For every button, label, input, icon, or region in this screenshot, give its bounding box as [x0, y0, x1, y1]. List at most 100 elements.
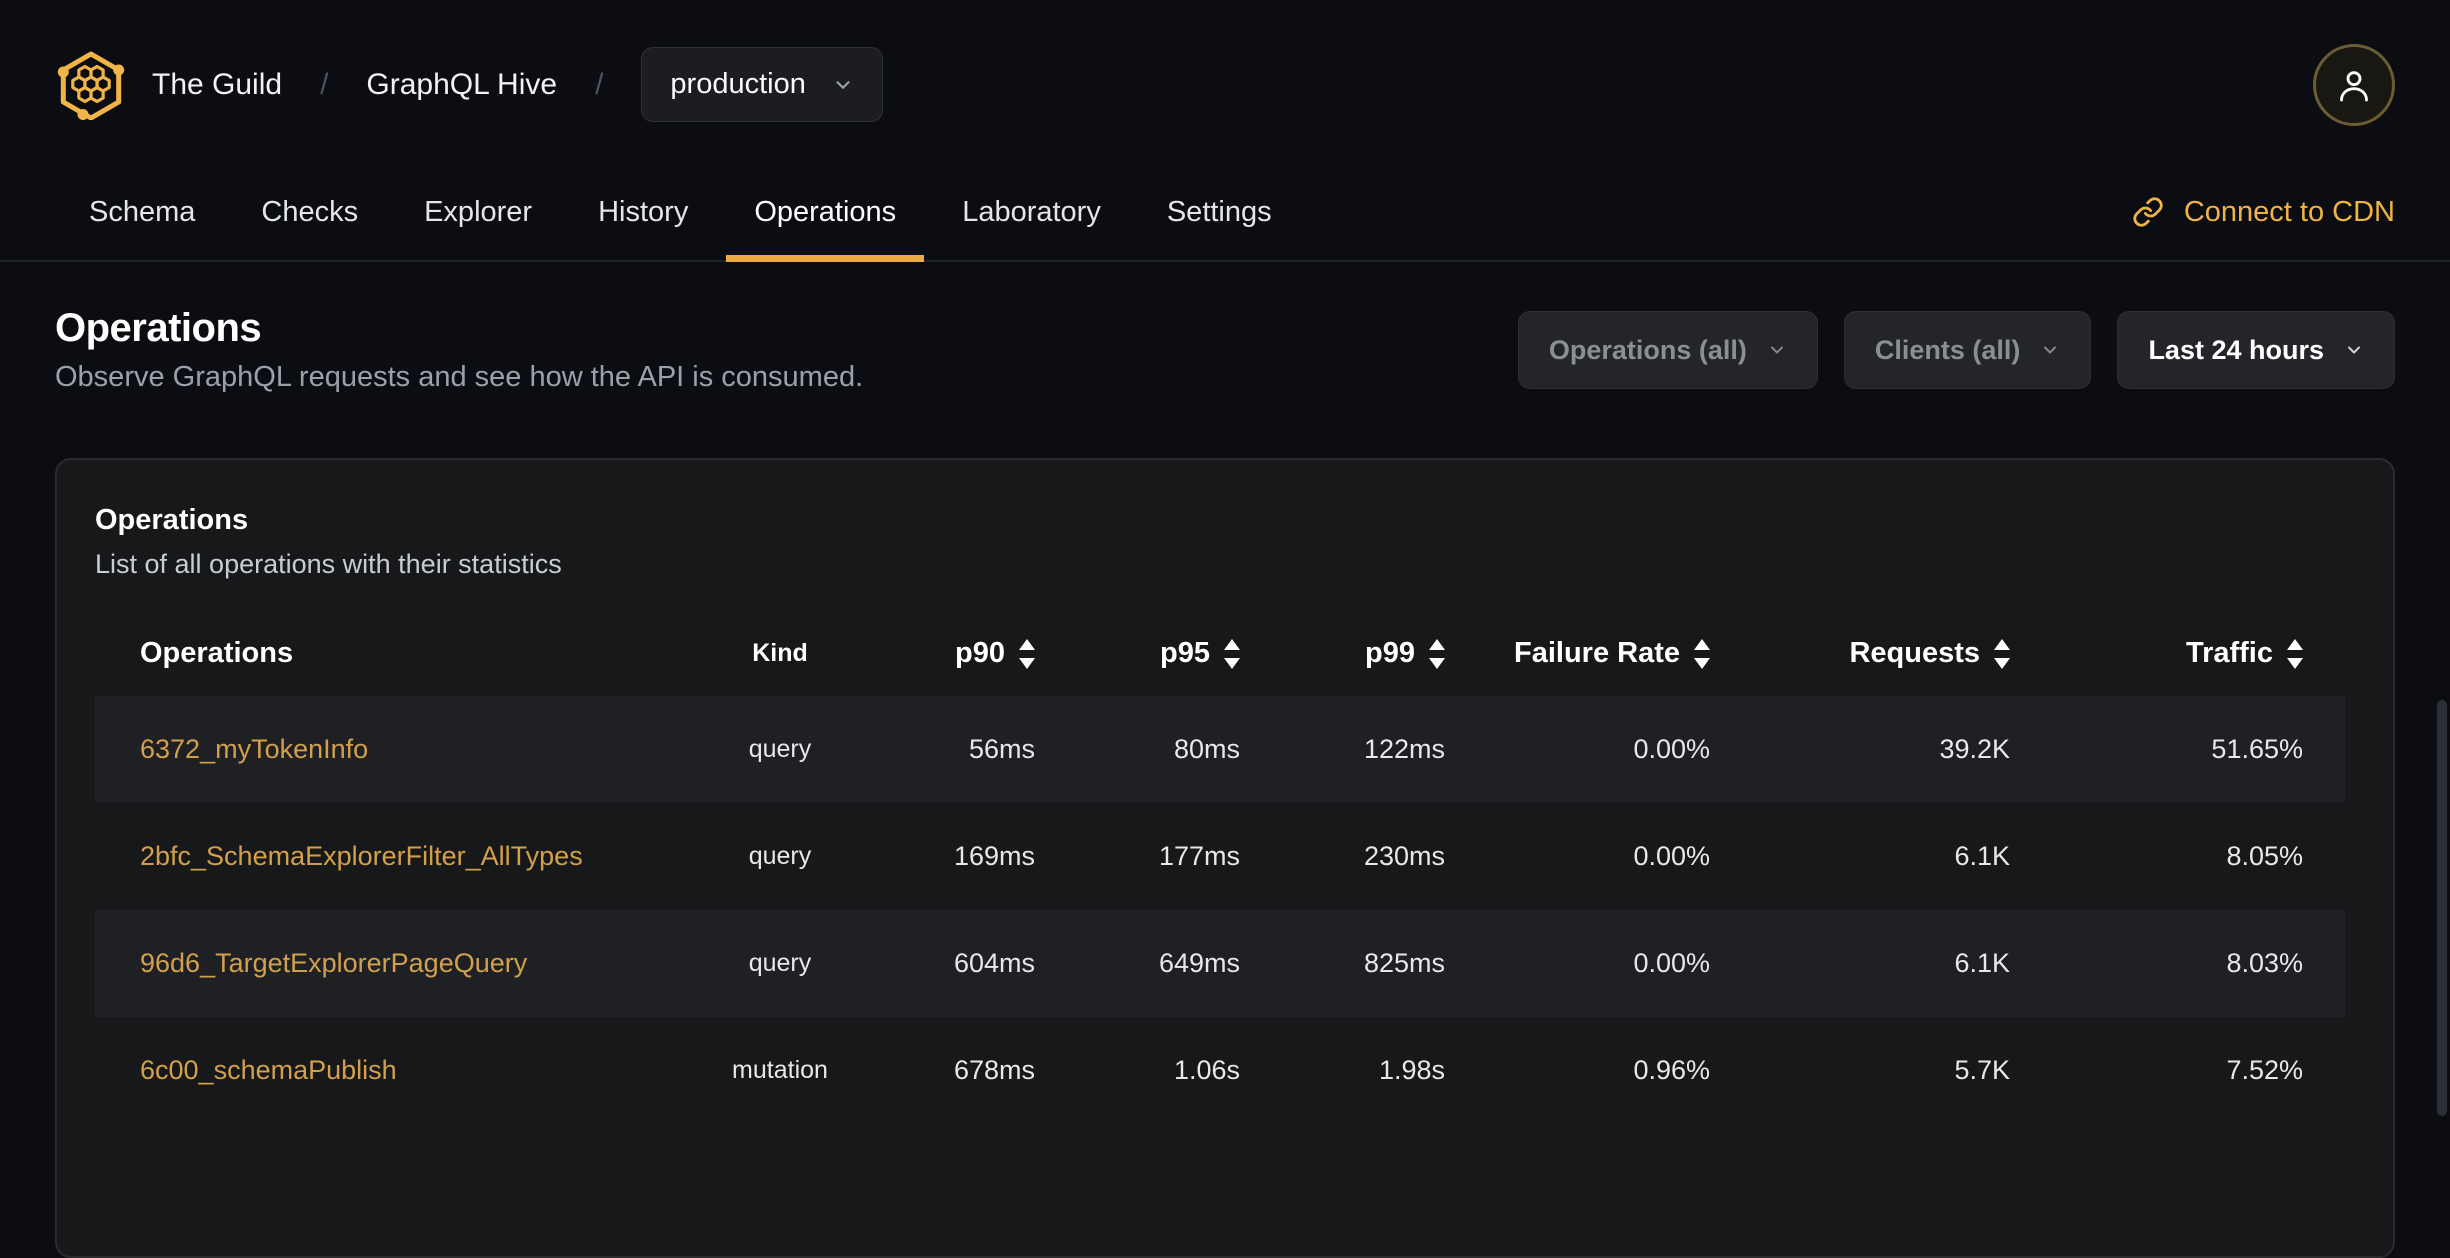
sort-desc-icon: [1694, 657, 1710, 669]
p99-cell: 230ms: [1363, 841, 1445, 871]
failure-rate-cell: 0.00%: [1633, 841, 1710, 871]
operation-link[interactable]: 96d6_TargetExplorerPageQuery: [140, 948, 527, 978]
sort-arrows[interactable]: [1429, 638, 1445, 669]
p95-cell: 1.06s: [1173, 1055, 1240, 1085]
card-subtitle: List of all operations with their statis…: [95, 549, 562, 579]
breadcrumb: The Guild / GraphQL Hive / production: [152, 47, 883, 122]
table-header-row: Operations Kind p90 p95 p99 Failure Rate…: [95, 610, 2345, 696]
operations-table: Operations Kind p90 p95 p99 Failure Rate…: [95, 610, 2345, 1124]
operation-link[interactable]: 6372_myTokenInfo: [140, 734, 368, 764]
column-header-p90[interactable]: p90: [865, 610, 1035, 696]
p99-cell: 1.98s: [1378, 1055, 1445, 1085]
requests-cell: 6.1K: [1954, 841, 2010, 871]
requests-cell: 39.2K: [1939, 734, 2010, 764]
tab-history[interactable]: History: [570, 164, 716, 260]
table-row: 96d6_TargetExplorerPageQuery query 604ms…: [95, 910, 2345, 1017]
chevron-down-icon: [2348, 346, 2360, 354]
p99-cell: 825ms: [1363, 948, 1445, 978]
sort-arrows[interactable]: [1994, 638, 2010, 669]
p99-cell: 122ms: [1363, 734, 1445, 764]
table-row: 6c00_schemaPublish mutation 678ms 1.06s …: [95, 1017, 2345, 1124]
column-header-failure-rate[interactable]: Failure Rate: [1445, 610, 1710, 696]
sort-asc-icon: [1224, 638, 1240, 650]
page-subtitle: Observe GraphQL requests and see how the…: [55, 361, 864, 393]
breadcrumb-separator: /: [595, 67, 604, 101]
tab-laboratory[interactable]: Laboratory: [934, 164, 1129, 260]
table-row: 2bfc_SchemaExplorerFilter_AllTypes query…: [95, 803, 2345, 910]
page-scrollbar[interactable]: [2437, 700, 2447, 1116]
sort-arrows[interactable]: [1019, 638, 1035, 669]
breadcrumb-separator: /: [320, 67, 329, 101]
chevron-down-icon: [1770, 346, 1783, 354]
page-title: Operations: [55, 306, 262, 350]
breadcrumb-project[interactable]: GraphQL Hive: [366, 68, 557, 102]
sort-desc-icon: [1224, 657, 1240, 669]
p90-cell: 169ms: [953, 841, 1035, 871]
target-selector-dropdown[interactable]: production: [641, 47, 883, 122]
column-header-traffic[interactable]: Traffic: [2010, 610, 2345, 696]
operation-link[interactable]: 6c00_schemaPublish: [140, 1055, 397, 1085]
tab-checks[interactable]: Checks: [233, 164, 386, 260]
p95-cell: 649ms: [1158, 948, 1240, 978]
tab-settings[interactable]: Settings: [1139, 164, 1300, 260]
chevron-down-icon: [836, 80, 850, 89]
tab-bar: Schema Checks Explorer History Operation…: [0, 122, 2450, 262]
period-filter-dropdown[interactable]: Last 24 hours: [2117, 311, 2395, 389]
traffic-cell: 51.65%: [2211, 734, 2303, 764]
breadcrumb-org[interactable]: The Guild: [152, 68, 282, 102]
sort-desc-icon: [2287, 657, 2303, 669]
operations-card: Operations List of all operations with t…: [55, 458, 2395, 1258]
tab-schema[interactable]: Schema: [61, 164, 223, 260]
column-header-requests[interactable]: Requests: [1710, 610, 2010, 696]
p90-cell: 56ms: [968, 734, 1035, 764]
requests-cell: 5.7K: [1954, 1055, 2010, 1085]
kind-cell: query: [748, 949, 812, 977]
traffic-cell: 8.05%: [2226, 841, 2303, 871]
sort-arrows[interactable]: [1694, 638, 1710, 669]
user-avatar[interactable]: [2313, 43, 2395, 126]
p90-cell: 604ms: [953, 948, 1035, 978]
kind-cell: query: [748, 735, 812, 763]
operation-link[interactable]: 2bfc_SchemaExplorerFilter_AllTypes: [140, 841, 583, 871]
p95-cell: 177ms: [1158, 841, 1240, 871]
p95-cell: 80ms: [1173, 734, 1240, 764]
sort-desc-icon: [1019, 657, 1035, 669]
kind-cell: mutation: [732, 1056, 828, 1084]
failure-rate-cell: 0.00%: [1633, 734, 1710, 764]
table-row: 6372_myTokenInfo query 56ms 80ms 122ms 0…: [95, 696, 2345, 803]
kind-cell: query: [748, 842, 812, 870]
traffic-cell: 7.52%: [2226, 1055, 2303, 1085]
column-header-p99[interactable]: p99: [1240, 610, 1445, 696]
failure-rate-cell: 0.96%: [1633, 1055, 1710, 1085]
tab-explorer[interactable]: Explorer: [396, 164, 560, 260]
user-icon: [2340, 70, 2368, 101]
target-selector-value: production: [670, 68, 806, 100]
column-header-operations: Operations: [140, 636, 294, 669]
sort-desc-icon: [1994, 657, 2010, 669]
sort-asc-icon: [1994, 638, 2010, 650]
operations-filter-dropdown[interactable]: Operations (all): [1517, 311, 1818, 389]
p90-cell: 678ms: [953, 1055, 1035, 1085]
top-bar: The Guild / GraphQL Hive / production: [0, 0, 2450, 126]
sort-desc-icon: [1429, 657, 1445, 669]
clients-filter-dropdown[interactable]: Clients (all): [1843, 311, 2092, 389]
requests-cell: 6.1K: [1954, 948, 2010, 978]
filter-bar: Operations (all) Clients (all) Last 24 h…: [1517, 311, 2395, 389]
sort-arrows[interactable]: [1224, 638, 1240, 669]
column-header-p95[interactable]: p95: [1035, 610, 1240, 696]
traffic-cell: 8.03%: [2226, 948, 2303, 978]
tab-operations[interactable]: Operations: [726, 164, 925, 262]
sort-asc-icon: [1694, 638, 1710, 650]
guild-logo-icon[interactable]: [56, 50, 126, 120]
chevron-down-icon: [2044, 346, 2057, 354]
connect-to-cdn-link[interactable]: Connect to CDN: [2132, 196, 2395, 229]
sort-asc-icon: [1429, 638, 1445, 650]
sort-asc-icon: [1019, 638, 1035, 650]
sort-asc-icon: [2287, 638, 2303, 650]
page-header: Operations Observe GraphQL requests and …: [0, 262, 2450, 394]
column-header-kind: Kind: [752, 638, 808, 667]
link-icon: [2133, 197, 2163, 227]
card-title: Operations: [95, 504, 249, 536]
failure-rate-cell: 0.00%: [1633, 948, 1710, 978]
sort-arrows[interactable]: [2287, 638, 2303, 669]
